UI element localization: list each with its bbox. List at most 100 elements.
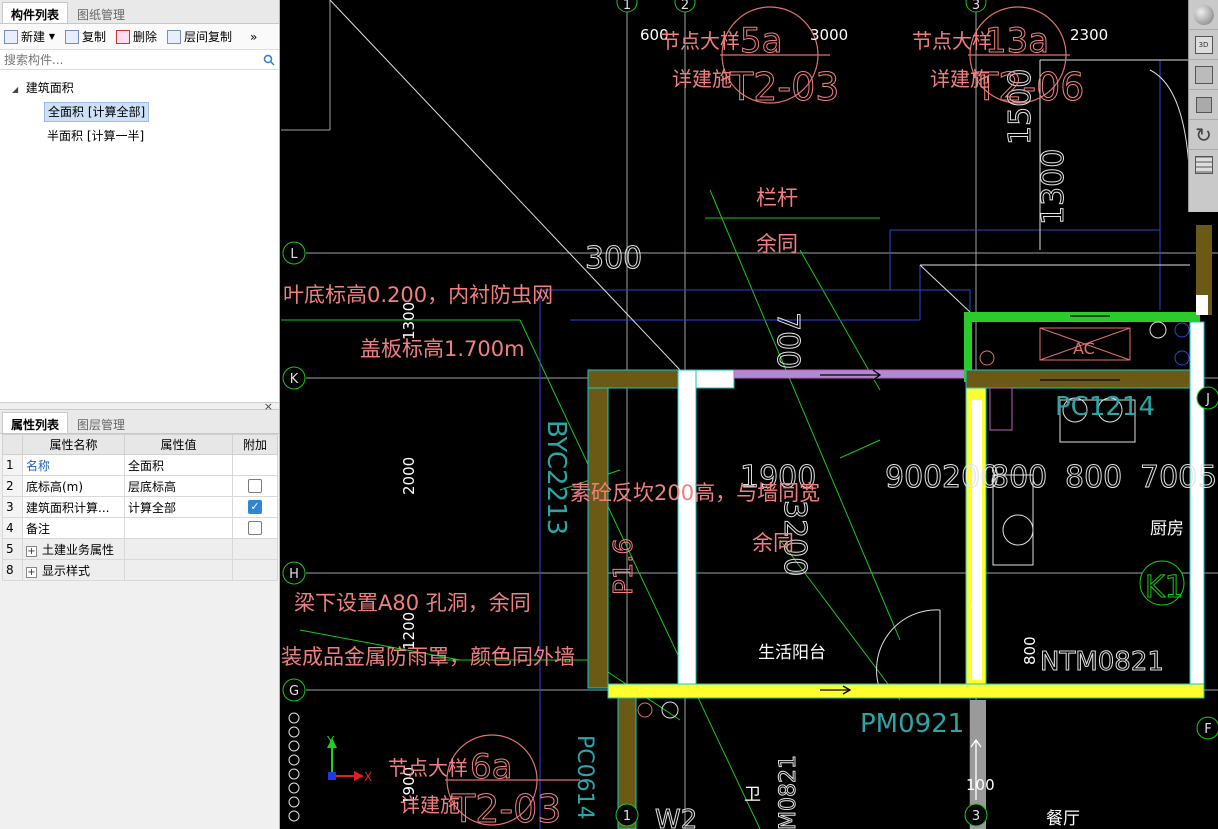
tree-root[interactable]: ◢ 建筑面积 bbox=[0, 76, 279, 100]
room-label: 卫 bbox=[744, 785, 761, 805]
extra-checkbox[interactable] bbox=[248, 479, 262, 494]
box-icon bbox=[1195, 96, 1212, 113]
table-row[interactable]: 2 底标高(m) 层底标高 bbox=[2, 475, 278, 497]
chevron-down-icon[interactable]: ▼ bbox=[49, 32, 55, 41]
delete-button[interactable]: 删除 bbox=[116, 28, 157, 45]
axis-y-label: Y bbox=[326, 734, 335, 748]
grid-label: 3 bbox=[972, 809, 980, 824]
property-value[interactable] bbox=[124, 517, 233, 539]
table-row[interactable]: 5 + 土建业务属性 bbox=[2, 538, 278, 560]
node-ref: T2-06 bbox=[974, 65, 1084, 109]
property-extra: ✓ bbox=[232, 496, 278, 518]
row-number-header bbox=[2, 434, 23, 455]
tab-layer-management[interactable]: 图层管理 bbox=[68, 412, 134, 433]
copy-label: 复制 bbox=[82, 30, 107, 44]
rotate-button[interactable]: ↻ bbox=[1189, 120, 1218, 150]
annotation-note: 装成品金属防雨罩，颜色同外墙 bbox=[281, 645, 575, 669]
annotation-note: 余同 bbox=[752, 531, 794, 555]
dimension: 800 bbox=[1021, 636, 1039, 665]
orbit-button[interactable] bbox=[1189, 0, 1218, 30]
property-value-header: 属性值 bbox=[124, 434, 233, 455]
node-sub: 详建施 bbox=[672, 67, 732, 91]
floor-copy-button[interactable]: 层间复制 bbox=[167, 28, 232, 45]
property-name: 名称 bbox=[22, 454, 125, 476]
grid-label: J bbox=[1205, 392, 1210, 407]
view-box-button[interactable] bbox=[1189, 90, 1218, 120]
row-number: 3 bbox=[2, 496, 23, 518]
tab-component-list[interactable]: 构件列表 bbox=[2, 2, 69, 23]
property-name-header: 属性名称 bbox=[22, 434, 125, 455]
dimension: 1300 bbox=[1036, 149, 1071, 225]
property-value[interactable]: 计算全部 bbox=[124, 496, 233, 518]
property-group-label: 显示样式 bbox=[42, 563, 91, 578]
new-button[interactable]: 新建 ▼ bbox=[4, 28, 55, 45]
delete-icon bbox=[116, 29, 131, 44]
delete-label: 删除 bbox=[133, 30, 158, 44]
grid-label: G bbox=[289, 684, 299, 699]
dimension: 800 bbox=[990, 460, 1047, 495]
property-value bbox=[124, 538, 233, 560]
view-3d-button[interactable]: 3D bbox=[1189, 30, 1218, 60]
panel-splitter[interactable]: × bbox=[0, 400, 279, 413]
new-label: 新建 bbox=[21, 30, 46, 44]
property-name: 备注 bbox=[22, 517, 125, 539]
property-value[interactable]: 全面积 bbox=[124, 454, 233, 476]
node-number: 5a bbox=[740, 21, 782, 61]
property-extra bbox=[232, 559, 278, 581]
search-icon[interactable] bbox=[263, 54, 275, 66]
close-icon[interactable]: × bbox=[264, 400, 273, 413]
view-navigation-bar: 3D ↻ bbox=[1188, 0, 1218, 212]
table-row[interactable]: 8 + 显示样式 bbox=[2, 559, 278, 581]
node-sub: 详建施 bbox=[400, 793, 460, 817]
search-input[interactable] bbox=[4, 52, 263, 67]
grid-label: F bbox=[1204, 722, 1211, 737]
property-extra bbox=[232, 538, 278, 560]
property-group-label: 土建业务属性 bbox=[42, 542, 115, 557]
tab-drawing-management[interactable]: 图纸管理 bbox=[68, 2, 134, 23]
grid-label: 3 bbox=[972, 0, 980, 13]
property-group[interactable]: + 土建业务属性 bbox=[22, 538, 125, 560]
tree-root-label: 建筑面积 bbox=[25, 81, 74, 95]
tab-property-list[interactable]: 属性列表 bbox=[2, 412, 69, 433]
expand-icon[interactable]: + bbox=[26, 566, 37, 578]
copy-button[interactable]: 复制 bbox=[65, 28, 106, 45]
component-tag: PC1214 bbox=[1055, 392, 1155, 422]
row-number: 5 bbox=[2, 538, 23, 560]
component-tag: AC bbox=[1073, 339, 1095, 358]
dimension: 300 bbox=[585, 241, 642, 276]
room-label: 厨房 bbox=[1150, 519, 1184, 539]
dimension: 2300 bbox=[1070, 26, 1108, 44]
extra-checkbox[interactable] bbox=[248, 521, 262, 536]
view-cube-button[interactable] bbox=[1189, 60, 1218, 90]
annotation-note: 栏杆 bbox=[756, 186, 798, 210]
row-number: 2 bbox=[2, 475, 23, 497]
dimension: 700 bbox=[1140, 460, 1197, 495]
collapse-icon[interactable]: ◢ bbox=[12, 85, 18, 94]
table-row[interactable]: 3 建筑面积计算... 计算全部 ✓ bbox=[2, 496, 278, 518]
annotation-note: 素砼反坎200高，与墙同宽 bbox=[570, 481, 820, 505]
annotation-note: 梁下设置A80 孔洞，余同 bbox=[294, 591, 531, 615]
copy-icon bbox=[65, 29, 79, 44]
grid-label: 1 bbox=[623, 809, 631, 824]
room-label: 生活阳台 bbox=[758, 643, 826, 663]
table-row[interactable]: 4 备注 bbox=[2, 517, 278, 539]
property-value[interactable]: 层底标高 bbox=[124, 475, 233, 497]
cad-drawing-canvas[interactable]: 1 2 3 L K H G J F 1 3 600 3000 2300 300 … bbox=[281, 0, 1218, 829]
table-row[interactable]: 1 名称 全面积 bbox=[2, 454, 278, 476]
annotation-note: 余同 bbox=[756, 232, 798, 256]
tree-item-full-area[interactable]: 全面积 [计算全部] bbox=[0, 100, 279, 124]
extra-checkbox-checked[interactable]: ✓ bbox=[248, 500, 262, 515]
component-tag: W2 bbox=[655, 805, 697, 829]
property-group[interactable]: + 显示样式 bbox=[22, 559, 125, 581]
expand-icon[interactable]: + bbox=[26, 545, 37, 557]
dimension: 5 bbox=[1198, 460, 1217, 495]
component-tag: PC0614 bbox=[572, 735, 597, 820]
property-header-row: 属性名称 属性值 附加 bbox=[2, 434, 278, 455]
tree-item-half-area[interactable]: 半面积 [计算一半] bbox=[0, 124, 279, 148]
layout-button[interactable] bbox=[1189, 150, 1218, 180]
node-number: 13a bbox=[985, 21, 1049, 61]
property-extra-header: 附加 bbox=[232, 434, 278, 455]
more-button[interactable]: » bbox=[250, 30, 257, 44]
component-search bbox=[0, 50, 279, 70]
floor-copy-icon bbox=[167, 29, 182, 44]
